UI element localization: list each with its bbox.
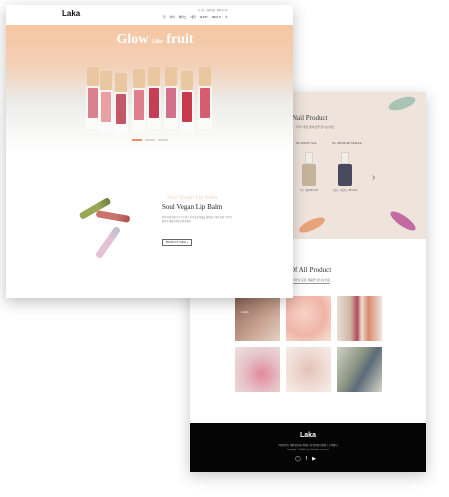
- product-view-button[interactable]: PRODUCT VIEW +: [162, 239, 192, 246]
- product-photo-tile[interactable]: [337, 296, 382, 341]
- nail-swatch-orange: [297, 214, 327, 236]
- front-page-preview: Laka 로그인 · 회원가입 · 장바구니 0 립 아이 페이스 네일 SHOP ABO…: [6, 5, 293, 298]
- lip-tint-bottle: [180, 71, 194, 133]
- slider-dot[interactable]: [132, 139, 142, 141]
- nav-item[interactable]: SHOP: [200, 15, 208, 19]
- lip-tint-bottle: [86, 67, 100, 129]
- nav-item[interactable]: 네일: [190, 15, 195, 19]
- chevron-right-icon[interactable]: ›: [372, 172, 375, 183]
- lip-tint-bottle: [164, 67, 178, 129]
- site-logo[interactable]: Laka: [62, 9, 80, 18]
- instagram-icon[interactable]: ◯: [295, 456, 306, 462]
- lip-tint-bottle: [132, 69, 146, 131]
- nail-product-label: NO. WRINKLED SILENCE: [332, 142, 362, 145]
- slider-dot[interactable]: [145, 139, 155, 141]
- site-footer: Laka 이용약관 | 개인정보처리방침 | 사업자정보확인 | 고객센터 Co…: [190, 423, 426, 472]
- all-product-title: Of All Product: [290, 266, 332, 274]
- product-photo-tile[interactable]: LAKA: [235, 296, 280, 341]
- lip-balm-section: Soul Vegan Lip Balm Soul Vegan Lip Balm …: [6, 153, 293, 298]
- slider-pagination: [132, 139, 172, 142]
- product-photo-tile[interactable]: [286, 347, 331, 392]
- all-product-subtitle[interactable]: 라카의 모든 제품을 만나보세요: [292, 278, 331, 284]
- nav-item[interactable]: 립: [163, 15, 166, 19]
- hero-title: Glow Like fruit: [116, 32, 194, 47]
- nav-item[interactable]: 아이: [170, 15, 175, 19]
- footer-social-icons: ◯f▶: [190, 456, 426, 462]
- hero-banner[interactable]: Glow Like fruit: [6, 25, 293, 153]
- product-photo-grid: LAKA: [235, 296, 382, 392]
- lip-tint-bottle: [114, 73, 128, 135]
- footer-links[interactable]: 이용약관 | 개인정보처리방침 | 사업자정보확인 | 고객센터: [190, 443, 426, 447]
- balm-script-heading: Soul Vegan Lip Balm: [167, 195, 218, 201]
- lip-balm-stick: [95, 210, 131, 223]
- tile-caption: LAKA: [241, 310, 249, 314]
- utility-links[interactable]: 로그인 · 회원가입 · 장바구니 0: [198, 8, 227, 12]
- balm-title: Soul Vegan Lip Balm: [162, 203, 223, 211]
- nail-product-caption: 링클드 사일런스 ₩ 9,000: [332, 190, 358, 192]
- lip-tint-bottle: [99, 71, 113, 133]
- slider-dot[interactable]: [158, 139, 168, 141]
- nail-section-title: Nail Product: [292, 114, 328, 122]
- nail-product-label: NO. MOODY NAIL: [296, 142, 317, 145]
- nav-item[interactable]: ABOUT: [212, 15, 222, 19]
- footer-logo[interactable]: Laka: [190, 432, 426, 439]
- lip-tint-bottle: [147, 67, 161, 129]
- nail-product-caption: 무디 네일 ₩ 9,000: [299, 190, 319, 192]
- lip-tint-bottle: [198, 67, 212, 129]
- lip-balm-stick: [94, 225, 122, 260]
- footer-copyright: Copyright © LAKA Corp. All rights reserv…: [286, 449, 330, 451]
- nail-bottle: [301, 152, 317, 186]
- balm-description: 천연 유래 성분으로 부드럽고 촉촉하게 입술을 케어하는 비건 립밤. 은은한…: [162, 217, 232, 223]
- nail-swatch-magenta: [387, 208, 419, 234]
- product-photo-tile[interactable]: [235, 347, 280, 392]
- youtube-icon[interactable]: ▶: [312, 456, 321, 462]
- product-photo-tile[interactable]: [286, 296, 331, 341]
- main-nav: 립 아이 페이스 네일 SHOP ABOUT ⚲: [163, 15, 231, 19]
- site-header: Laka 로그인 · 회원가입 · 장바구니 0 립 아이 페이스 네일 SHOP ABO…: [6, 5, 293, 25]
- product-photo-tile[interactable]: [337, 347, 382, 392]
- search-icon[interactable]: ⚲: [225, 15, 227, 19]
- nail-bottle: [337, 152, 353, 186]
- nav-item[interactable]: 페이스: [179, 15, 187, 19]
- mockup-stage: Nail Product 라카 네일 컬렉션을 만나보세요 NO. MOODY …: [0, 0, 449, 497]
- nail-swatch-mint: [386, 93, 418, 114]
- nail-section-subtitle: 라카 네일 컬렉션을 만나보세요: [296, 125, 335, 129]
